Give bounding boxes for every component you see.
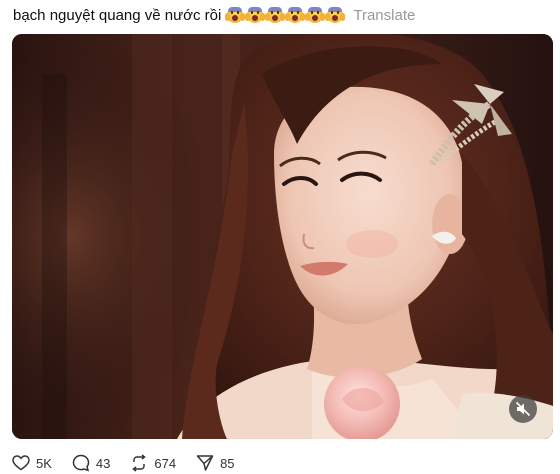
- comment-bubble-icon: [72, 454, 90, 472]
- crying-face-emoji-icon: [225, 7, 244, 23]
- like-button[interactable]: 5K: [12, 455, 52, 471]
- crying-face-emoji-icon: [265, 7, 284, 23]
- crying-face-emoji-icon: [325, 7, 344, 23]
- muted-speaker-icon: [515, 401, 531, 417]
- emoji-row: [225, 7, 344, 23]
- share-count: 85: [220, 455, 235, 471]
- crying-face-emoji-icon: [285, 7, 304, 23]
- post-caption: bạch nguyệt quang về nước rồi: [13, 6, 222, 24]
- post-video[interactable]: [12, 34, 553, 439]
- crying-face-emoji-icon: [245, 7, 264, 23]
- repost-count: 674: [154, 455, 177, 471]
- translate-link[interactable]: Translate: [353, 7, 415, 24]
- repost-button[interactable]: 674: [130, 454, 176, 472]
- crying-face-emoji-icon: [305, 7, 324, 23]
- reply-count: 43: [95, 455, 111, 471]
- share-button[interactable]: 85: [196, 454, 235, 472]
- video-frame-image: [12, 34, 553, 439]
- like-count: 5K: [36, 455, 52, 471]
- repost-icon: [132, 454, 147, 472]
- mute-button[interactable]: [509, 395, 537, 423]
- post-actions: 5K 43 674 85: [12, 452, 255, 474]
- heart-icon: [12, 455, 30, 471]
- send-icon: [196, 455, 214, 471]
- reply-button[interactable]: 43: [72, 454, 110, 472]
- post-caption-row: bạch nguyệt quang về nước rồi Translate: [13, 4, 415, 26]
